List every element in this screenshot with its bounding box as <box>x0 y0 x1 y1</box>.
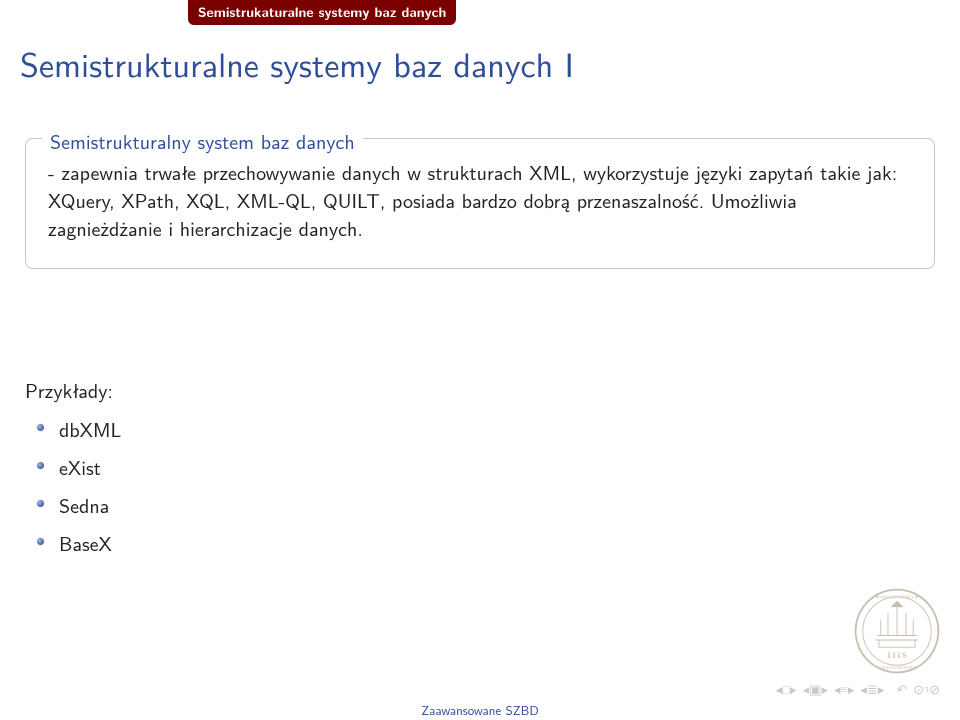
section-tab: Semistrukaturalne systemy baz danych <box>188 0 456 25</box>
nav-back-forward-icon[interactable]: ↶ <box>896 682 907 698</box>
list-item: eXist <box>59 453 935 482</box>
list-item: dbXML <box>59 415 935 444</box>
examples-title: Przykłady: <box>25 376 935 405</box>
block-body: - zapewnia trwałe przechowywanie danych … <box>48 159 912 243</box>
list-item: BaseX <box>59 529 935 558</box>
svg-text:CZĘSTOCHOWSKA: CZĘSTOCHOWSKA <box>877 665 917 670</box>
list-item: Sedna <box>59 491 935 520</box>
nav-slide-icon[interactable]: ◂□▸ <box>776 682 797 698</box>
block-title: Semistrukturalny system baz danych <box>42 127 363 156</box>
nav-frame-icon[interactable]: ◂▣▸ <box>803 682 828 698</box>
nav-subsection-icon[interactable]: ◂≡▸ <box>834 682 854 698</box>
institution-logo: ★ POLITECHNIKA ★ CZĘSTOCHOWSKA I I i S <box>852 586 942 676</box>
examples-section: Przykłady: dbXML eXist Sedna BaseX <box>25 376 935 567</box>
nav-section-icon[interactable]: ◂≣▸ <box>860 682 884 698</box>
footline: Zaawansowane SZBD <box>0 700 960 720</box>
definition-block: Semistrukturalny system baz danych - zap… <box>25 138 935 269</box>
nav-search-icon[interactable]: ⊙૧⊘ <box>913 682 940 698</box>
footline-title: Zaawansowane SZBD <box>421 701 539 720</box>
slide-title: Semistrukturalne systemy baz danych I <box>20 38 574 88</box>
svg-text:★ POLITECHNIKA ★: ★ POLITECHNIKA ★ <box>875 595 919 600</box>
nav-symbols[interactable]: ◂□▸ ◂▣▸ ◂≡▸ ◂≣▸ ↶ ⊙૧⊘ <box>774 682 942 698</box>
svg-text:I I i S: I I i S <box>887 651 907 660</box>
